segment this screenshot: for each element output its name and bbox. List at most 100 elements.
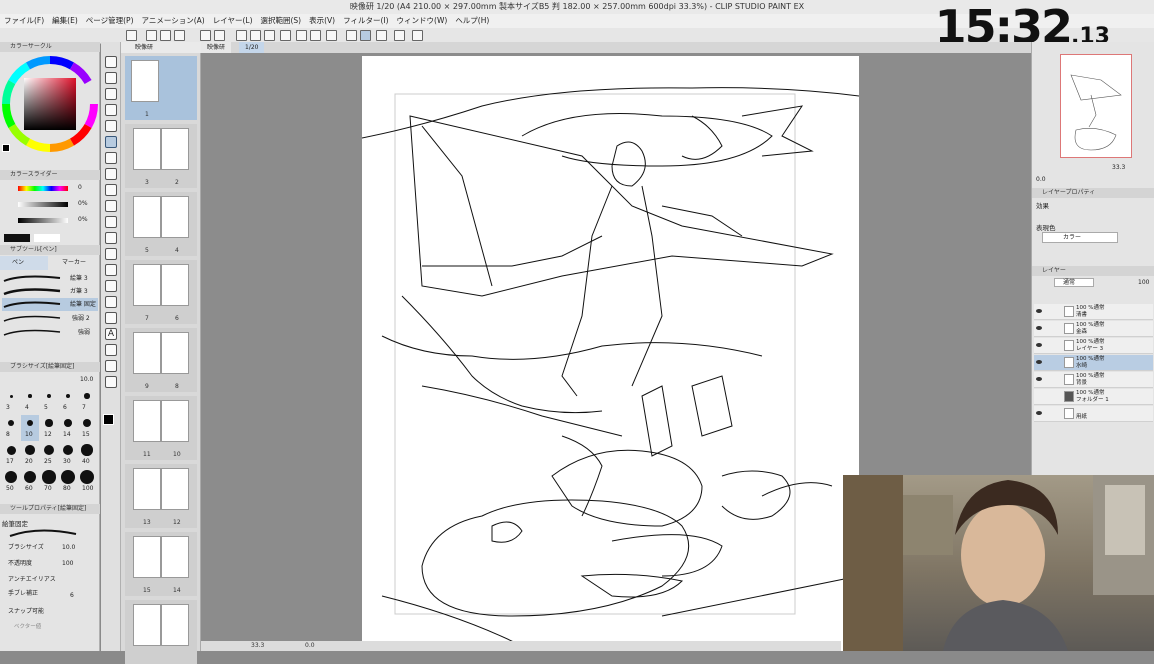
invert-icon[interactable] [310, 30, 321, 41]
main-color-swatch[interactable] [2, 144, 10, 152]
hue-slider[interactable] [18, 186, 68, 191]
balloon-tool-icon[interactable] [105, 344, 117, 356]
opacity-val[interactable]: 100 [62, 560, 73, 567]
color-wheel[interactable] [2, 56, 98, 152]
open-icon[interactable] [160, 30, 171, 41]
brush-item[interactable]: 絵筆 3 [2, 272, 98, 285]
brush-size-cell[interactable]: 8 [2, 415, 20, 441]
eye-icon[interactable] [1036, 411, 1042, 415]
page-thumb[interactable]: 11 10 [125, 396, 197, 460]
brush-size-cell[interactable]: 15 [78, 415, 96, 441]
navigator-preview[interactable] [1060, 54, 1132, 158]
eyedropper-tool-icon[interactable] [105, 376, 117, 388]
page-thumb[interactable]: 15 14 [125, 532, 197, 596]
selection-deselect-icon[interactable] [296, 30, 307, 41]
brush-size-cell[interactable]: 20 [21, 442, 39, 468]
drawing-canvas[interactable]: 1 [361, 56, 860, 652]
transform-icon[interactable] [250, 30, 261, 41]
main-color-bar[interactable] [4, 234, 30, 242]
crop-icon[interactable] [326, 30, 337, 41]
snap-label[interactable]: スナップ可能 [8, 606, 44, 615]
home-icon[interactable] [126, 30, 137, 41]
brush-size-val[interactable]: 10.0 [62, 544, 75, 551]
brush-size-cell[interactable]: 10 [21, 415, 39, 441]
menu-layer[interactable]: レイヤー(L) [209, 14, 257, 28]
page-thumb[interactable]: 13 12 [125, 464, 197, 528]
doc-tab-active[interactable]: 1/20 [239, 42, 265, 53]
fill-tool-icon[interactable] [105, 248, 117, 260]
val-slider[interactable] [18, 218, 68, 223]
brush-size-cell[interactable]: 5 [40, 388, 58, 414]
hand-tool-icon[interactable] [105, 56, 117, 68]
menu-edit[interactable]: 編集(E) [48, 14, 82, 28]
blend-tool-icon[interactable] [105, 232, 117, 244]
page-thumb[interactable]: 98 [125, 328, 197, 392]
layer-row[interactable]: 100 %通常 レイヤー 3 [1034, 338, 1153, 354]
layer-row-selected[interactable]: 100 %通常 水崎 [1034, 355, 1153, 371]
brush-size-cell[interactable]: 70 [40, 469, 58, 495]
wand-tool-icon[interactable] [105, 120, 117, 132]
layer-row[interactable]: 100 %通常 金森 [1034, 321, 1153, 337]
eye-icon[interactable] [1036, 309, 1042, 313]
menu-view[interactable]: 表示(V) [305, 14, 339, 28]
ruler-icon[interactable] [346, 30, 357, 41]
stabilize-val[interactable]: 6 [70, 592, 74, 599]
page-thumb[interactable] [125, 600, 197, 664]
menu-file[interactable]: ファイル(F) [0, 14, 48, 28]
subtool-tab-marker[interactable]: マーカー [50, 256, 98, 270]
gradient-tool-icon[interactable] [105, 264, 117, 276]
brush-size-cell[interactable]: 30 [59, 442, 77, 468]
layer-row-folder[interactable]: 100 %通常 フォルダー 1 [1034, 389, 1153, 405]
brush-size-cell[interactable]: 40 [78, 442, 96, 468]
brush-item[interactable]: ガ筆 3 [2, 285, 98, 298]
fill-icon[interactable] [264, 30, 275, 41]
vector-label[interactable]: ベクター値 [14, 622, 41, 630]
doc-tab[interactable]: 映像研 [201, 42, 232, 53]
brush-item[interactable]: 強弱 2 [2, 312, 98, 325]
airbrush-tool-icon[interactable] [105, 184, 117, 196]
decoration-tool-icon[interactable] [105, 200, 117, 212]
page-thumb[interactable]: 76 [125, 260, 197, 324]
new-file-icon[interactable] [146, 30, 157, 41]
menu-window[interactable]: ウィンドウ(W) [393, 14, 452, 28]
menu-filter[interactable]: フィルター(I) [339, 14, 392, 28]
display-color-select[interactable]: カラー [1042, 232, 1118, 243]
undo-icon[interactable] [200, 30, 211, 41]
brush-size-cell[interactable]: 50 [2, 469, 20, 495]
menu-selection[interactable]: 選択範囲(S) [257, 14, 306, 28]
figure-tool-icon[interactable] [105, 280, 117, 292]
brush-size-cell[interactable]: 100 [78, 469, 96, 495]
eraser-tool-icon[interactable] [105, 216, 117, 228]
brush-tool-icon[interactable] [105, 168, 117, 180]
brush-size-cell[interactable]: 25 [40, 442, 58, 468]
nav-zoom[interactable]: 33.3 [1112, 164, 1125, 171]
nav-rotation[interactable]: 0.0 [1036, 176, 1046, 183]
brush-size-cell[interactable]: 80 [59, 469, 77, 495]
pen-tool-icon[interactable] [105, 136, 117, 148]
layer-row[interactable]: 100 %通常 背景 [1034, 372, 1153, 388]
eye-icon[interactable] [1036, 343, 1042, 347]
move-tool-icon[interactable] [105, 88, 117, 100]
brush-item-selected[interactable]: 絵筆 固定 [2, 298, 98, 311]
page-thumb[interactable]: 54 [125, 192, 197, 256]
brush-size-cell[interactable]: 60 [21, 469, 39, 495]
brush-size-cell[interactable]: 7 [78, 388, 96, 414]
zoom-tool-icon[interactable] [105, 72, 117, 84]
page-manager-tab[interactable]: 映像研 [121, 42, 201, 53]
ruler-tool-icon[interactable] [105, 312, 117, 324]
text-tool-icon[interactable]: A [105, 328, 117, 340]
redo-icon[interactable] [214, 30, 225, 41]
menu-animation[interactable]: アニメーション(A) [138, 14, 209, 28]
brush-item[interactable]: 強弱 [2, 326, 98, 339]
menu-help[interactable]: ヘルプ(H) [451, 14, 493, 28]
menu-page[interactable]: ページ管理(P) [82, 14, 138, 28]
rotation-value[interactable]: 0.0 [305, 641, 315, 651]
brush-size-cell[interactable]: 14 [59, 415, 77, 441]
snap-ruler-icon[interactable] [376, 30, 387, 41]
blend-mode-select[interactable]: 通常 [1054, 278, 1094, 287]
subtool-tab-pen[interactable]: ペン [0, 256, 48, 270]
layer-row[interactable]: 100 %通常 清書 [1034, 304, 1153, 320]
brush-size-cell[interactable]: 4 [21, 388, 39, 414]
save-icon[interactable] [174, 30, 185, 41]
select-icon[interactable] [280, 30, 291, 41]
